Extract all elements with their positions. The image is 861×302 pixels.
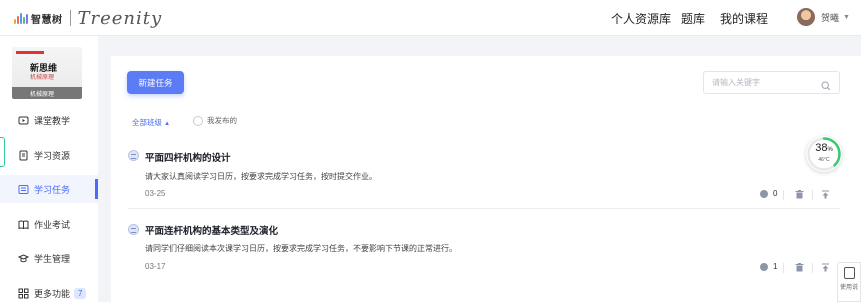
sidebar-item-label: 更多功能 bbox=[34, 288, 71, 299]
search-box[interactable] bbox=[703, 71, 840, 94]
class-filter-dropdown[interactable]: 全部班级 ▲ bbox=[132, 117, 170, 128]
logo-text: 智慧树 bbox=[31, 14, 63, 26]
gauge-temperature: 46°C bbox=[818, 157, 830, 163]
gauge-unit: % bbox=[827, 147, 833, 153]
avatar[interactable] bbox=[797, 8, 815, 26]
sidebar-item-label: 学习任务 bbox=[34, 184, 71, 195]
sidebar-item-tasks[interactable]: 学习任务 bbox=[0, 175, 98, 203]
submission-count[interactable]: 1 bbox=[760, 262, 777, 271]
task-title[interactable]: 平面四杆机构的设计 bbox=[145, 150, 231, 164]
logo-divider bbox=[69, 10, 71, 26]
class-filter-label: 全部班级 bbox=[132, 118, 162, 127]
trash-icon[interactable] bbox=[793, 261, 805, 273]
divider bbox=[783, 263, 784, 273]
list-divider bbox=[128, 208, 840, 209]
logo[interactable]: 智慧树 Treenity bbox=[14, 7, 163, 29]
chevron-up-icon: ▲ bbox=[164, 121, 171, 127]
submission-count[interactable]: 0 bbox=[760, 189, 777, 198]
cover-subtitle: 机械原理 bbox=[30, 75, 55, 81]
sidebar: 新思维 机械原理 机械原理 课堂教学 学习资源 学习任务 作业考试 学生管理 更… bbox=[0, 36, 98, 302]
chevron-down-icon: ▼ bbox=[843, 13, 850, 21]
people-icon bbox=[760, 189, 768, 198]
logo-bars-icon bbox=[14, 12, 28, 24]
cover-band: 机械原理 bbox=[12, 87, 82, 99]
task-date: 03-17 bbox=[145, 262, 166, 271]
user-name: 贺曦 bbox=[821, 12, 840, 23]
gauge-percent-value: 38 bbox=[815, 142, 828, 154]
pin-top-icon[interactable] bbox=[819, 188, 831, 200]
nav-personal-resources[interactable]: 个人资源库 bbox=[611, 10, 671, 27]
divider bbox=[812, 190, 813, 200]
student-icon bbox=[18, 253, 29, 264]
document-icon bbox=[18, 150, 29, 161]
sidebar-item-label: 课堂教学 bbox=[34, 115, 71, 126]
task-date: 03-25 bbox=[145, 189, 166, 198]
tv-icon bbox=[18, 115, 29, 126]
user-menu[interactable]: 贺曦 ▼ bbox=[797, 8, 850, 26]
sidebar-item-students[interactable]: 学生管理 bbox=[0, 244, 98, 272]
task-title[interactable]: 平面连杆机构的基本类型及演化 bbox=[145, 223, 278, 237]
gauge-percent: 38% bbox=[806, 142, 842, 154]
trash-icon[interactable] bbox=[793, 188, 805, 200]
divider bbox=[783, 190, 784, 200]
search-icon[interactable] bbox=[821, 78, 831, 96]
task-description: 请大家认真阅读学习日历，按要求完成学习任务，按时提交作业。 bbox=[145, 172, 377, 181]
submission-count-value: 0 bbox=[773, 189, 778, 198]
cover-decoration bbox=[16, 51, 44, 54]
submission-count-value: 1 bbox=[773, 262, 778, 271]
sidebar-item-resources[interactable]: 学习资源 bbox=[0, 141, 98, 169]
divider bbox=[812, 263, 813, 273]
my-published-filter[interactable]: 我发布的 bbox=[193, 115, 237, 126]
sidebar-item-classroom[interactable]: 课堂教学 bbox=[0, 106, 98, 134]
nav-my-courses[interactable]: 我的课程 bbox=[720, 10, 768, 27]
book-icon bbox=[844, 267, 855, 279]
pin-top-icon[interactable] bbox=[819, 261, 831, 273]
task-description: 请同学们仔细阅读本次课学习日历，按要求完成学习任务，不要影响下节课的正常进行。 bbox=[145, 244, 457, 253]
count-badge: 7 bbox=[74, 287, 87, 299]
top-bar: 智慧树 Treenity 个人资源库 题库 我的课程 贺曦 ▼ bbox=[0, 0, 861, 36]
sidebar-item-label: 作业考试 bbox=[34, 219, 71, 230]
cover-band-text: 机械原理 bbox=[30, 92, 55, 98]
performance-gauge[interactable]: 38% 46°C bbox=[806, 136, 842, 172]
usage-guide-label: 使用说 bbox=[840, 285, 859, 291]
side-drawer-handle[interactable] bbox=[0, 137, 5, 167]
task-icon bbox=[128, 224, 139, 235]
new-task-button[interactable]: 新建任务 bbox=[127, 71, 184, 94]
radio-button[interactable] bbox=[193, 115, 203, 126]
sidebar-item-more[interactable]: 更多功能 7 bbox=[0, 279, 98, 302]
my-published-label: 我发布的 bbox=[207, 116, 237, 125]
nav-question-bank[interactable]: 题库 bbox=[681, 10, 705, 27]
usage-guide-button[interactable]: 使用说 bbox=[837, 262, 861, 302]
people-icon bbox=[760, 262, 768, 271]
search-input[interactable] bbox=[712, 78, 812, 87]
sidebar-item-label: 学习资源 bbox=[34, 150, 71, 161]
task-list-icon bbox=[18, 184, 29, 195]
course-cover[interactable]: 新思维 机械原理 机械原理 bbox=[12, 47, 82, 99]
sidebar-item-label: 学生管理 bbox=[34, 253, 71, 264]
brand-name: Treenity bbox=[77, 7, 163, 29]
book-icon bbox=[18, 219, 29, 230]
task-icon bbox=[128, 150, 139, 161]
task-panel: 新建任务 全部班级 ▲ 我发布的 平面四杆机构的设计 请大家认真阅读学习日历，按… bbox=[111, 56, 861, 302]
sidebar-item-homework[interactable]: 作业考试 bbox=[0, 210, 98, 238]
grid-icon bbox=[18, 288, 29, 299]
